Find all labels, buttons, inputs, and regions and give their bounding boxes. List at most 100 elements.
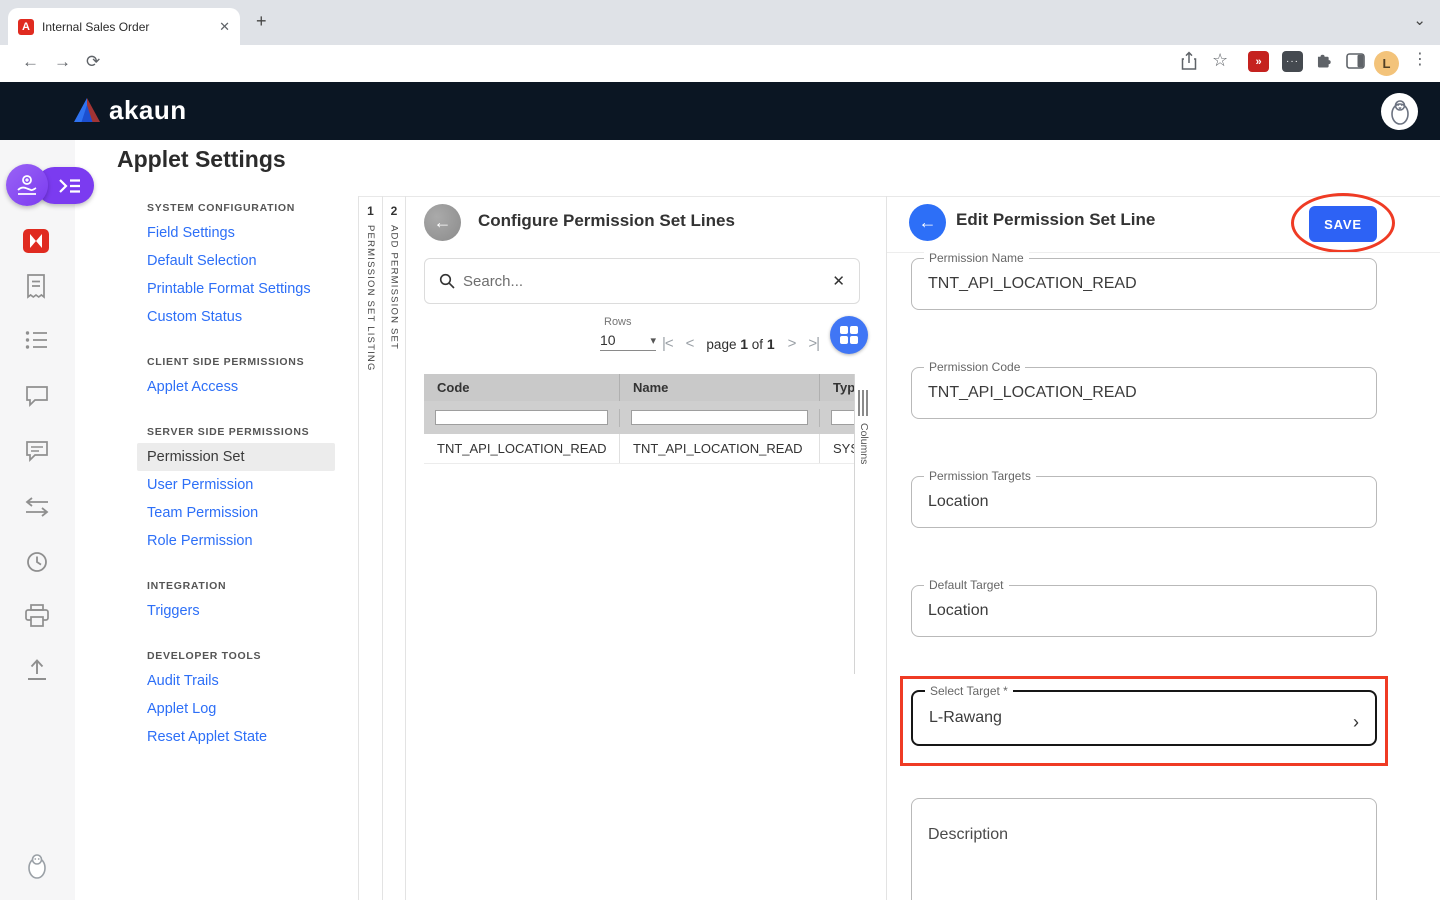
browser-toolbar: ← → ⟳ akaun.cloud/#/applet/tnt/wavelet/e… [0,45,1440,82]
hand-coin-icon [15,173,39,197]
rows-value: 10 [600,332,616,348]
header-type[interactable]: Typ [820,374,854,401]
rows-per-page-select[interactable]: 10 ▾ [600,332,656,351]
history-clock-icon[interactable] [24,550,50,574]
permission-targets-field[interactable]: Permission Targets Location [911,476,1377,528]
tab-search-chevron-icon[interactable]: ⌄ [1413,11,1426,29]
field-value: Location [912,477,1376,527]
search-clear-icon[interactable]: ✕ [832,272,845,290]
nav-item-default-selection[interactable]: Default Selection [137,247,335,275]
money-hand-fab[interactable] [6,164,48,206]
nav-item-audit-trails[interactable]: Audit Trails [137,667,335,695]
settings-nav: SYSTEM CONFIGURATION Field Settings Defa… [137,202,335,751]
step-label: PERMISSION SET LISTING [365,225,376,372]
back-button[interactable]: ← [22,52,39,72]
nav-item-permission-set[interactable]: Permission Set [137,443,335,471]
search-input[interactable] [463,273,824,290]
nav-item-role-permission[interactable]: Role Permission [137,527,335,555]
nav-item-applet-access[interactable]: Applet Access [137,373,335,401]
step-tab-add-permission-set[interactable]: 2 ADD PERMISSION SET [382,196,406,900]
permission-set-table: Code Name Typ TNT_API_LOCATION_READ TNT_… [424,374,854,464]
extensions-puzzle-icon[interactable] [1314,52,1333,71]
tab-close-icon[interactable]: ✕ [219,19,230,35]
extension-dark-icon[interactable]: ··· [1282,51,1303,72]
chat-lines-icon[interactable] [24,439,50,463]
bookmark-star-icon[interactable]: ☆ [1212,50,1228,71]
grid-icon [840,326,859,345]
penguin-icon [1389,99,1411,125]
first-page-button[interactable]: |< [662,335,673,352]
browser-menu-kebab-icon[interactable]: ⋮ [1412,49,1428,69]
printer-icon[interactable] [24,604,50,628]
table-filter-row [424,401,854,434]
nav-item-applet-log[interactable]: Applet Log [137,695,335,723]
permission-name-field[interactable]: Permission Name TNT_API_LOCATION_READ [911,258,1377,310]
list-icon[interactable] [24,329,50,351]
caret-down-icon: ▾ [650,334,656,347]
nav-heading-developer-tools: DEVELOPER TOOLS [147,650,335,662]
search-box: ✕ [424,258,860,304]
chat-icon[interactable] [24,384,50,408]
extension-red-icon[interactable]: » [1248,51,1269,72]
nav-item-field-settings[interactable]: Field Settings [137,219,335,247]
search-icon [439,273,455,289]
step-tab-permission-set-listing[interactable]: 1 PERMISSION SET LISTING [358,196,382,900]
select-target-field[interactable]: Select Target * L-Rawang › [911,690,1377,746]
description-field[interactable]: Description [911,798,1377,900]
nav-item-user-permission[interactable]: User Permission [137,471,335,499]
penguin-rail-icon[interactable] [26,853,48,879]
back-arrow-icon: ← [919,212,937,233]
share-icon[interactable] [1180,51,1198,71]
nav-item-custom-status[interactable]: Custom Status [137,303,335,331]
filter-code-input[interactable] [435,410,608,425]
pdf-icon[interactable] [22,228,50,254]
columns-drag-handle[interactable] [858,390,870,416]
akaun-triangle-icon [72,97,102,124]
reload-button[interactable]: ⟳ [86,52,100,72]
next-page-button[interactable]: > [788,335,796,352]
upload-icon[interactable] [24,658,50,682]
field-value: TNT_API_LOCATION_READ [912,368,1376,418]
nav-heading-server-side-permissions: SERVER SIDE PERMISSIONS [147,426,335,438]
akaun-logo[interactable]: akaun [72,95,187,126]
nav-item-reset-applet-state[interactable]: Reset Applet State [137,723,335,751]
editor-back-button[interactable]: ← [909,204,946,241]
field-label: Permission Code [924,360,1025,374]
prev-page-button[interactable]: < [686,335,694,352]
receipt-icon[interactable] [24,273,48,299]
header-code[interactable]: Code [424,374,620,401]
tab-favicon-icon: A [18,19,34,35]
field-value: TNT_API_LOCATION_READ [912,259,1376,309]
left-icon-rail [0,140,75,900]
listing-title: Configure Permission Set Lines [478,211,735,231]
user-avatar-penguin[interactable] [1381,93,1418,130]
cell-type: SYS [820,434,854,463]
forward-button[interactable]: → [54,52,71,72]
back-arrow-icon: ← [434,212,452,233]
last-page-button[interactable]: >| [808,335,819,352]
expand-menu-icon [58,178,82,194]
browser-tab[interactable]: A Internal Sales Order ✕ [8,8,240,45]
nav-item-triggers[interactable]: Triggers [137,597,335,625]
table-row[interactable]: TNT_API_LOCATION_READ TNT_API_LOCATION_R… [424,434,854,464]
save-button[interactable]: SAVE [1309,206,1377,242]
field-label: Select Target * [925,684,1013,698]
filter-type-input[interactable] [831,410,854,425]
nav-item-team-permission[interactable]: Team Permission [137,499,335,527]
transfer-arrows-icon[interactable] [24,497,50,517]
header-name[interactable]: Name [620,374,820,401]
profile-avatar[interactable]: L [1374,51,1399,76]
new-tab-button[interactable]: + [256,11,267,32]
column-settings-button[interactable] [830,316,868,354]
page-title: Applet Settings [117,146,286,173]
listing-back-button[interactable]: ← [424,204,461,241]
side-panel-icon[interactable] [1346,53,1365,69]
permission-code-field[interactable]: Permission Code TNT_API_LOCATION_READ [911,367,1377,419]
filter-name-input[interactable] [631,410,808,425]
pagination: |< < page 1 of 1 > >| [662,335,819,352]
nav-item-printable-format-settings[interactable]: Printable Format Settings [137,275,335,303]
chevron-right-icon: › [1353,712,1359,733]
default-target-field[interactable]: Default Target Location [911,585,1377,637]
step-label: ADD PERMISSION SET [389,225,400,350]
field-value: Location [912,586,1376,636]
